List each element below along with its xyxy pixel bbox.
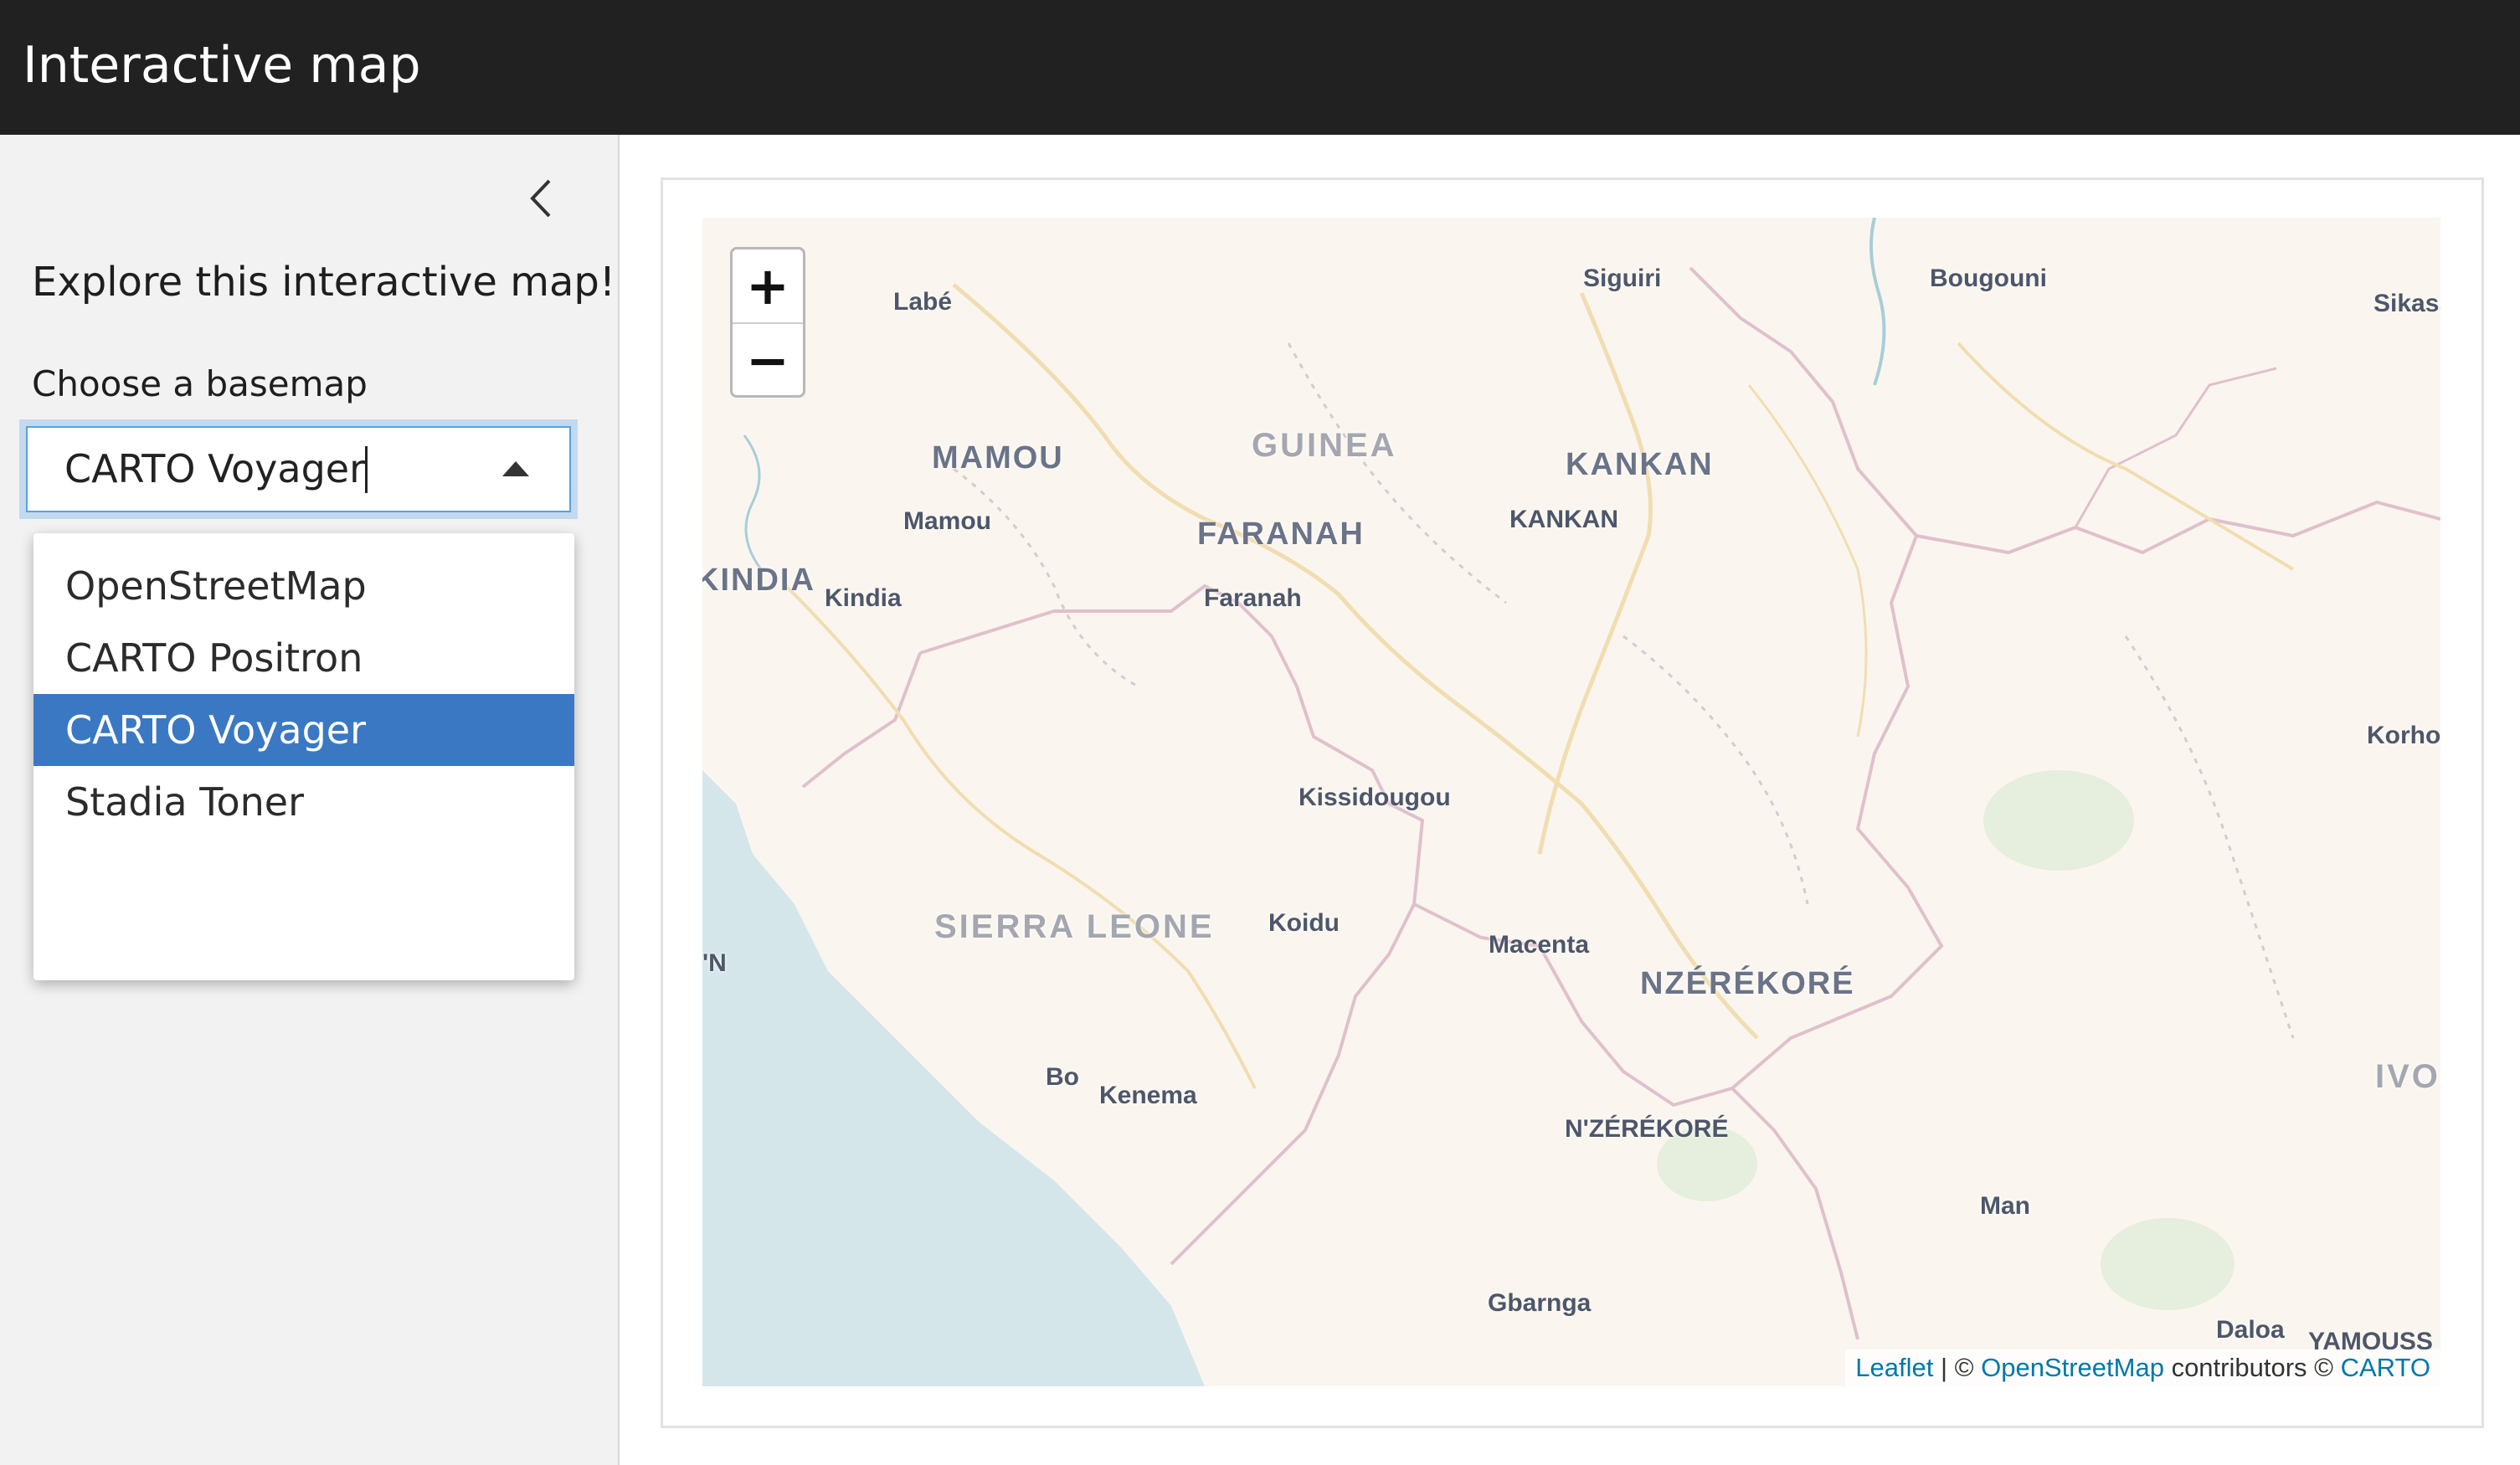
attribution-contributors: contributors © — [2163, 1353, 2341, 1382]
map-label-korhogo: Korho — [2367, 722, 2440, 749]
zoom-out-button[interactable]: − — [733, 324, 803, 397]
map-view[interactable]: Labé Siguiri Bougouni Sikass MAMOU GUINE… — [702, 218, 2440, 1386]
map-label-kindia: Kindia — [825, 584, 902, 612]
basemap-select-label: Choose a basemap — [32, 363, 368, 404]
text-caret: CARTO Voyager — [64, 446, 368, 493]
map-label-nzerekore: N'ZÉRÉKORÉ — [1565, 1115, 1729, 1143]
map-label-nzerekore-region: NZÉRÉKORÉ — [1640, 966, 1855, 1001]
map-label-faranah-region: FARANAH — [1197, 517, 1365, 552]
map-label-kankan-region: KANKAN — [1566, 447, 1714, 482]
chevron-left-icon — [530, 179, 551, 218]
map-label-kindia-region: KINDIA — [702, 563, 815, 598]
carto-link[interactable]: CARTO — [2341, 1353, 2430, 1382]
option-carto-voyager[interactable]: CARTO Voyager — [33, 694, 574, 766]
map-label-mamou: Mamou — [903, 507, 991, 535]
map-label-kankan: KANKAN — [1509, 506, 1618, 533]
attribution-separator: | © — [1933, 1353, 1982, 1382]
top-bar: Interactive map — [0, 0, 2520, 135]
map-label-sierra-leone: SIERRA LEONE — [934, 908, 1215, 945]
map-label-ivory-coast: IVO — [2375, 1058, 2440, 1095]
map-label-kissidougou: Kissidougou — [1299, 784, 1451, 811]
sidebar: Explore this interactive map! Choose a b… — [0, 135, 620, 1465]
map-label-bougouni: Bougouni — [1930, 265, 2047, 292]
map-label-daloa: Daloa — [2216, 1316, 2285, 1344]
map-label-man: Man — [1980, 1192, 2030, 1220]
map-label-siguiri: Siguiri — [1583, 265, 1662, 292]
caret-up-icon[interactable] — [502, 461, 529, 476]
map-label-gbarnga: Gbarnga — [1488, 1289, 1592, 1317]
map-label-kenema: Kenema — [1099, 1082, 1197, 1109]
option-openstreetmap[interactable]: OpenStreetMap — [33, 550, 574, 622]
map-label-freetown: 'N — [702, 949, 727, 977]
collapse-sidebar-button[interactable] — [519, 172, 566, 224]
map-label-guinea: GUINEA — [1252, 427, 1397, 464]
map-label-mamou-region: MAMOU — [932, 440, 1064, 475]
sidebar-heading: Explore this interactive map! — [32, 259, 616, 306]
map-label-faranah: Faranah — [1204, 584, 1302, 612]
openstreetmap-link[interactable]: OpenStreetMap — [1981, 1353, 2164, 1382]
basemap-select[interactable]: CARTO Voyager CARTO Voyager — [26, 426, 571, 512]
leaflet-link[interactable]: Leaflet — [1855, 1353, 1933, 1382]
map-label-bo: Bo — [1046, 1063, 1079, 1091]
map-label-koidu: Koidu — [1268, 909, 1340, 937]
map-label-macenta: Macenta — [1489, 931, 1590, 959]
zoom-control: + − — [730, 247, 805, 398]
option-stadia-toner[interactable]: Stadia Toner — [33, 766, 574, 838]
option-carto-positron[interactable]: CARTO Positron — [33, 622, 574, 694]
basemap-dropdown: OpenStreetMap CARTO Positron CARTO Voyag… — [33, 533, 574, 980]
map-label-labe: Labé — [893, 288, 953, 316]
map-label-sikasso: Sikass — [2373, 290, 2440, 317]
zoom-in-button[interactable]: + — [733, 249, 803, 324]
app-title: Interactive map — [23, 36, 421, 95]
basemap-tiles — [702, 218, 2440, 1386]
map-attribution: Leaflet | © OpenStreetMap contributors ©… — [1845, 1349, 2440, 1386]
